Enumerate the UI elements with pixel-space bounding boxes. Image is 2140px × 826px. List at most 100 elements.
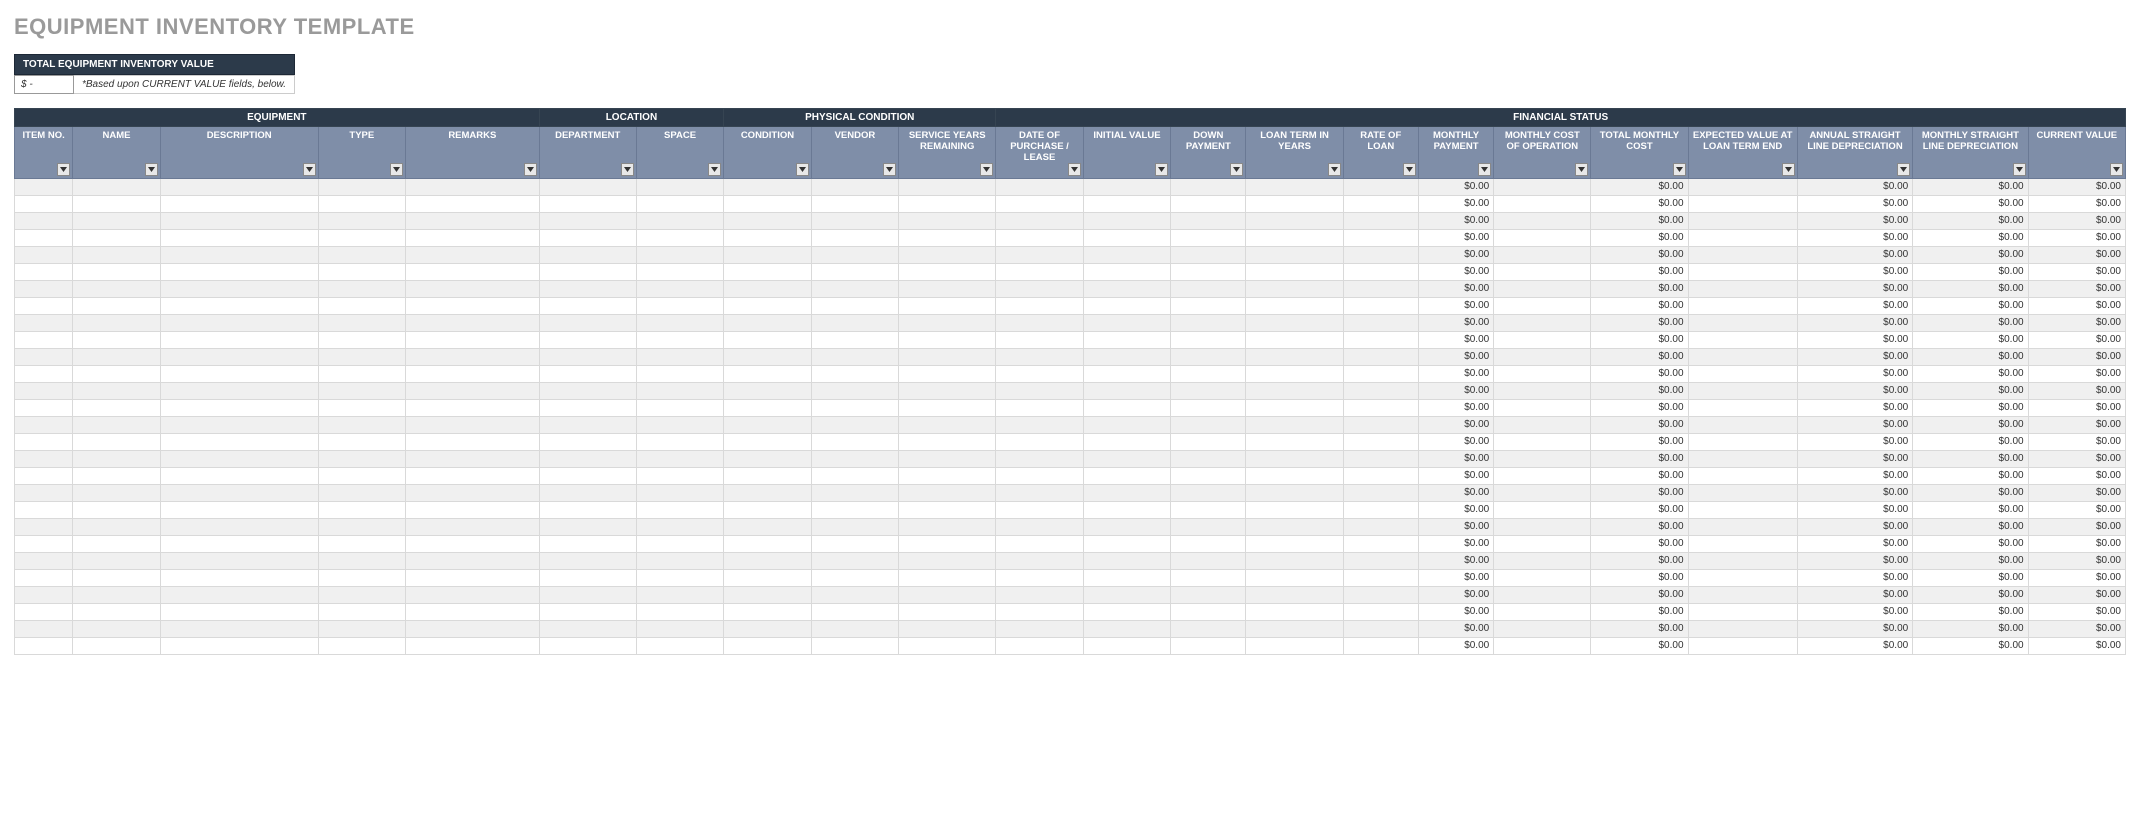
cell-down_payment[interactable] (1171, 280, 1246, 297)
filter-dropdown-icon[interactable] (1478, 163, 1491, 176)
cell-expected_value_loan_term_end[interactable] (1688, 212, 1797, 229)
cell-name[interactable] (73, 552, 160, 569)
cell-type[interactable] (318, 535, 405, 552)
cell-type[interactable] (318, 637, 405, 654)
cell-date_of_purchase_lease[interactable] (996, 569, 1083, 586)
cell-date_of_purchase_lease[interactable] (996, 399, 1083, 416)
column-header-name[interactable]: NAME (73, 127, 160, 179)
column-header-condition[interactable]: CONDITION (724, 127, 811, 179)
cell-down_payment[interactable] (1171, 331, 1246, 348)
cell-condition[interactable] (724, 518, 811, 535)
cell-monthly_payment[interactable]: $0.00 (1418, 603, 1493, 620)
cell-total_monthly_cost[interactable]: $0.00 (1591, 246, 1688, 263)
cell-initial_value[interactable] (1083, 552, 1170, 569)
cell-monthly_sl_depreciation[interactable]: $0.00 (1913, 263, 2028, 280)
cell-name[interactable] (73, 314, 160, 331)
cell-current_value[interactable]: $0.00 (2028, 484, 2125, 501)
cell-department[interactable] (539, 280, 636, 297)
column-header-type[interactable]: TYPE (318, 127, 405, 179)
cell-total_monthly_cost[interactable]: $0.00 (1591, 178, 1688, 195)
cell-item_no[interactable] (15, 331, 73, 348)
cell-condition[interactable] (724, 484, 811, 501)
cell-rate_of_loan[interactable] (1343, 382, 1418, 399)
cell-department[interactable] (539, 365, 636, 382)
cell-date_of_purchase_lease[interactable] (996, 467, 1083, 484)
cell-total_monthly_cost[interactable]: $0.00 (1591, 212, 1688, 229)
column-header-annual_sl_depreciation[interactable]: ANNUAL STRAIGHT LINE DEPRECIATION (1797, 127, 1912, 179)
filter-dropdown-icon[interactable] (1897, 163, 1910, 176)
cell-type[interactable] (318, 229, 405, 246)
cell-type[interactable] (318, 433, 405, 450)
cell-total_monthly_cost[interactable]: $0.00 (1591, 229, 1688, 246)
cell-type[interactable] (318, 501, 405, 518)
cell-monthly_cost_of_operation[interactable] (1494, 229, 1591, 246)
cell-description[interactable] (160, 331, 318, 348)
cell-space[interactable] (636, 331, 723, 348)
cell-remarks[interactable] (406, 331, 540, 348)
cell-date_of_purchase_lease[interactable] (996, 586, 1083, 603)
cell-current_value[interactable]: $0.00 (2028, 399, 2125, 416)
cell-remarks[interactable] (406, 484, 540, 501)
cell-service_years_remaining[interactable] (899, 569, 996, 586)
cell-monthly_cost_of_operation[interactable] (1494, 569, 1591, 586)
cell-name[interactable] (73, 467, 160, 484)
cell-department[interactable] (539, 586, 636, 603)
cell-expected_value_loan_term_end[interactable] (1688, 246, 1797, 263)
cell-current_value[interactable]: $0.00 (2028, 501, 2125, 518)
cell-total_monthly_cost[interactable]: $0.00 (1591, 450, 1688, 467)
cell-remarks[interactable] (406, 603, 540, 620)
cell-monthly_payment[interactable]: $0.00 (1418, 535, 1493, 552)
cell-current_value[interactable]: $0.00 (2028, 620, 2125, 637)
cell-vendor[interactable] (811, 501, 898, 518)
cell-monthly_payment[interactable]: $0.00 (1418, 501, 1493, 518)
cell-monthly_sl_depreciation[interactable]: $0.00 (1913, 552, 2028, 569)
cell-expected_value_loan_term_end[interactable] (1688, 586, 1797, 603)
cell-monthly_payment[interactable]: $0.00 (1418, 178, 1493, 195)
cell-annual_sl_depreciation[interactable]: $0.00 (1797, 331, 1912, 348)
filter-dropdown-icon[interactable] (796, 163, 809, 176)
cell-monthly_cost_of_operation[interactable] (1494, 280, 1591, 297)
cell-vendor[interactable] (811, 229, 898, 246)
cell-name[interactable] (73, 501, 160, 518)
cell-space[interactable] (636, 484, 723, 501)
cell-service_years_remaining[interactable] (899, 467, 996, 484)
cell-space[interactable] (636, 178, 723, 195)
cell-rate_of_loan[interactable] (1343, 518, 1418, 535)
cell-down_payment[interactable] (1171, 603, 1246, 620)
cell-annual_sl_depreciation[interactable]: $0.00 (1797, 246, 1912, 263)
cell-remarks[interactable] (406, 382, 540, 399)
column-header-date_of_purchase_lease[interactable]: DATE OF PURCHASE / LEASE (996, 127, 1083, 179)
cell-date_of_purchase_lease[interactable] (996, 535, 1083, 552)
column-header-monthly_payment[interactable]: MONTHLY PAYMENT (1418, 127, 1493, 179)
column-header-current_value[interactable]: CURRENT VALUE (2028, 127, 2125, 179)
cell-service_years_remaining[interactable] (899, 518, 996, 535)
cell-name[interactable] (73, 229, 160, 246)
cell-total_monthly_cost[interactable]: $0.00 (1591, 620, 1688, 637)
cell-item_no[interactable] (15, 484, 73, 501)
cell-date_of_purchase_lease[interactable] (996, 518, 1083, 535)
summary-value[interactable]: $ - (14, 75, 74, 94)
cell-annual_sl_depreciation[interactable]: $0.00 (1797, 178, 1912, 195)
cell-description[interactable] (160, 348, 318, 365)
cell-remarks[interactable] (406, 450, 540, 467)
cell-item_no[interactable] (15, 382, 73, 399)
cell-vendor[interactable] (811, 263, 898, 280)
cell-annual_sl_depreciation[interactable]: $0.00 (1797, 297, 1912, 314)
cell-type[interactable] (318, 518, 405, 535)
cell-total_monthly_cost[interactable]: $0.00 (1591, 263, 1688, 280)
cell-loan_term_years[interactable] (1246, 399, 1343, 416)
column-header-loan_term_years[interactable]: LOAN TERM IN YEARS (1246, 127, 1343, 179)
filter-dropdown-icon[interactable] (2013, 163, 2026, 176)
cell-monthly_sl_depreciation[interactable]: $0.00 (1913, 229, 2028, 246)
filter-dropdown-icon[interactable] (980, 163, 993, 176)
cell-monthly_payment[interactable]: $0.00 (1418, 399, 1493, 416)
cell-loan_term_years[interactable] (1246, 348, 1343, 365)
cell-expected_value_loan_term_end[interactable] (1688, 297, 1797, 314)
cell-date_of_purchase_lease[interactable] (996, 416, 1083, 433)
cell-condition[interactable] (724, 552, 811, 569)
cell-service_years_remaining[interactable] (899, 552, 996, 569)
cell-name[interactable] (73, 178, 160, 195)
cell-monthly_sl_depreciation[interactable]: $0.00 (1913, 450, 2028, 467)
cell-space[interactable] (636, 229, 723, 246)
filter-dropdown-icon[interactable] (883, 163, 896, 176)
